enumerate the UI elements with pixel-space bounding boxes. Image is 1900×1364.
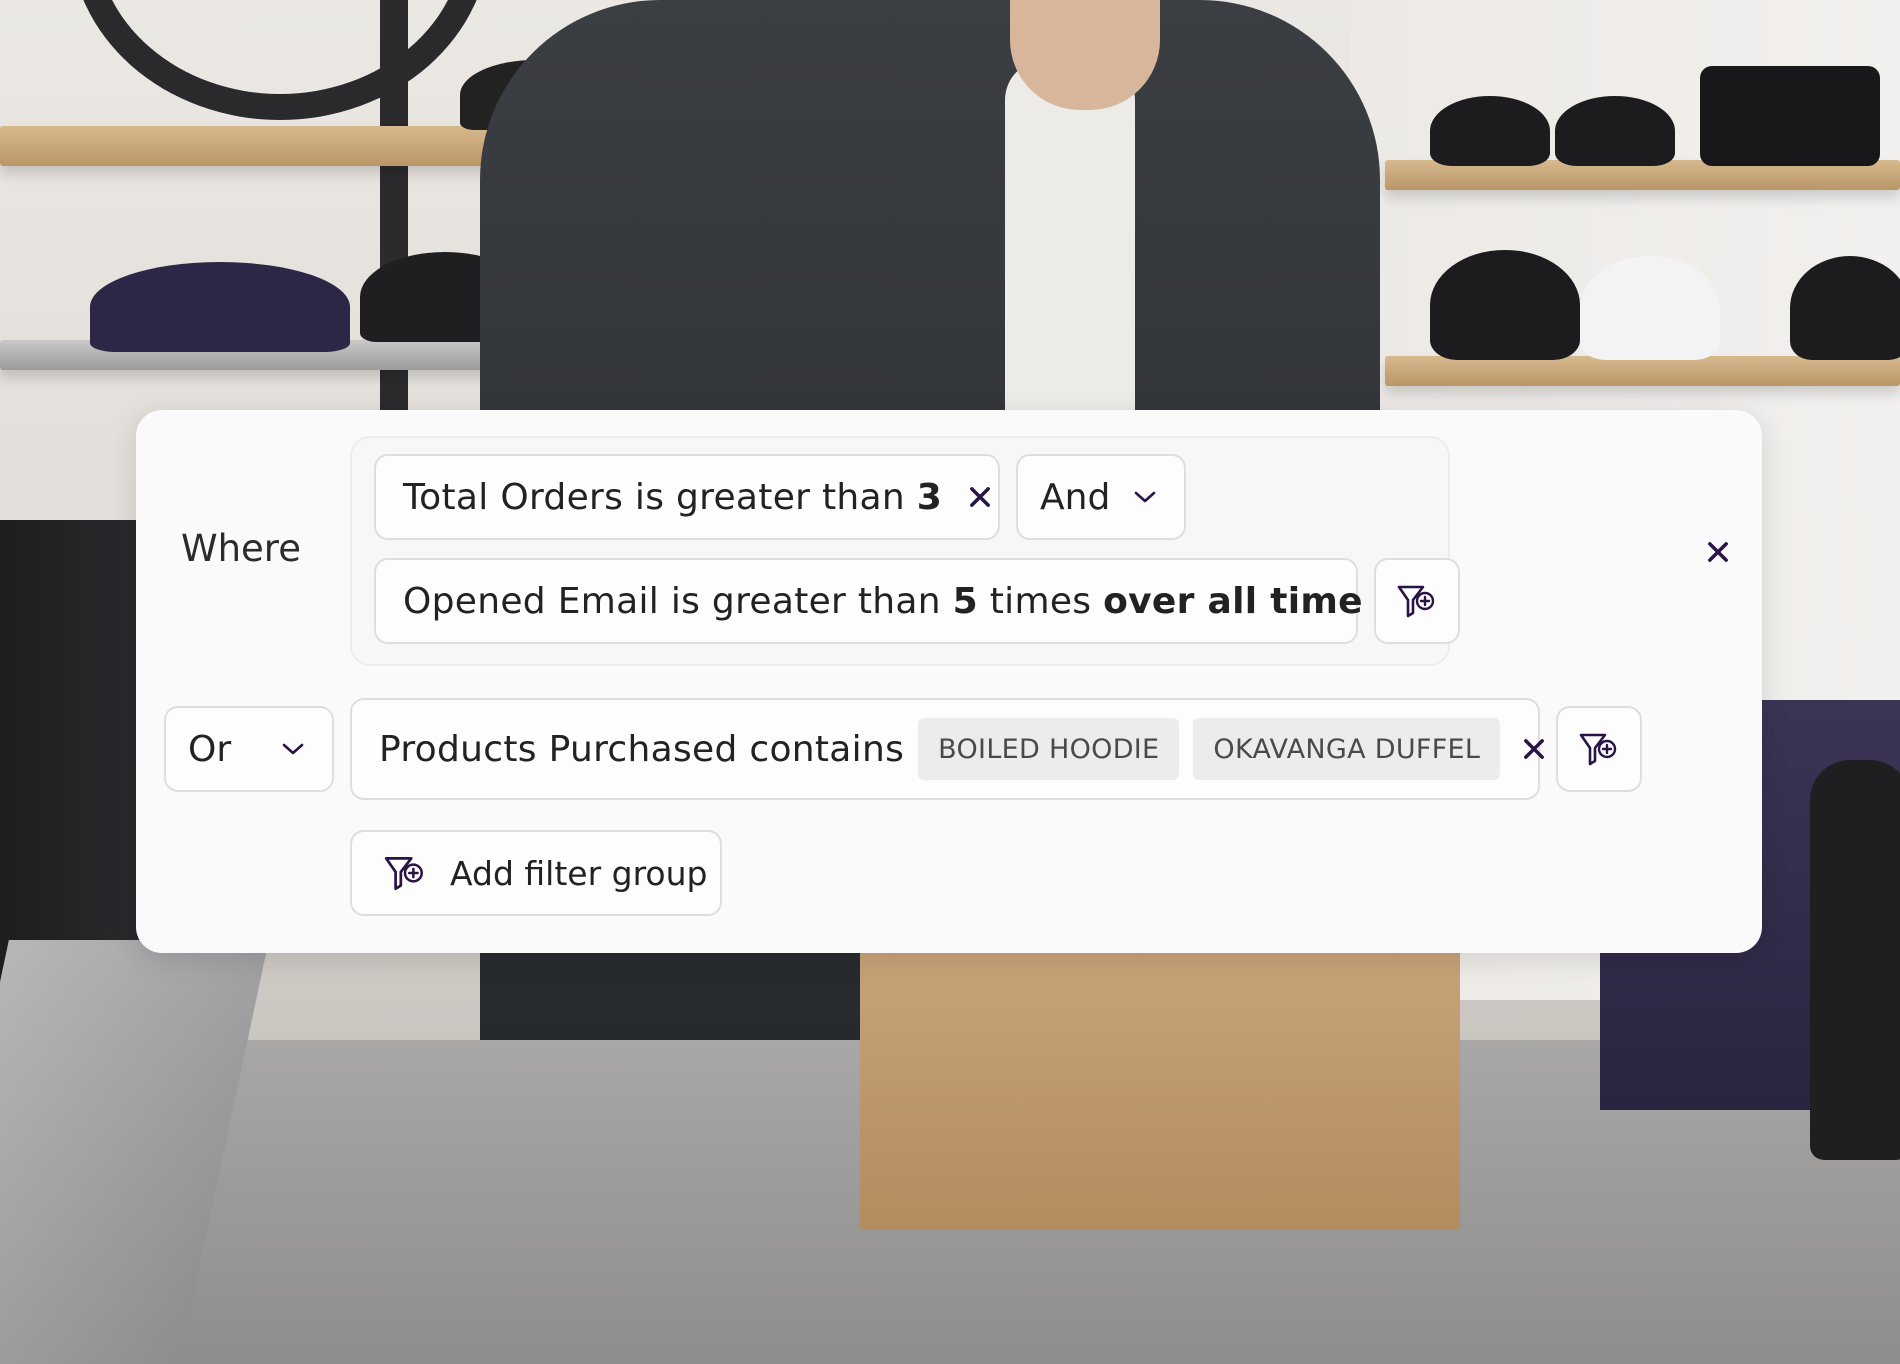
condition-text: Total Orders is greater than 3 [403, 476, 943, 518]
product-tag: BOILED HOODIE [918, 718, 1180, 780]
cap [90, 262, 350, 352]
close-icon[interactable] [962, 477, 998, 517]
water-bottle [1810, 760, 1900, 1160]
add-filter-button[interactable] [1556, 706, 1642, 792]
filter-plus-icon [384, 857, 423, 891]
filter-builder-card: Where Total Orders is greater than 3 And… [136, 410, 1762, 953]
helmet [1580, 256, 1720, 360]
helmet [1430, 96, 1550, 166]
chevron-down-icon [282, 743, 304, 755]
product-tag: OKAVANGA DUFFEL [1193, 718, 1501, 780]
operator-label: Or [188, 728, 232, 770]
filter-group: Total Orders is greater than 3 And Opene… [350, 436, 1460, 666]
helmet [1790, 256, 1900, 360]
and-operator-select[interactable]: And [1016, 454, 1186, 540]
close-icon[interactable] [1698, 532, 1738, 572]
bike-wheel [70, 0, 490, 120]
condition-total-orders[interactable]: Total Orders is greater than 3 [374, 454, 1000, 540]
operator-label: And [1040, 476, 1111, 518]
condition-products-purchased[interactable]: Products Purchased contains BOILED HOODI… [350, 698, 1545, 800]
condition-text: Products Purchased contains [379, 728, 905, 770]
cardboard-box [860, 940, 1460, 1230]
add-filter-button[interactable] [1374, 558, 1460, 644]
filter-plus-icon [1397, 585, 1435, 618]
or-operator-select[interactable]: Or [164, 706, 334, 792]
helmet [1555, 96, 1675, 166]
add-filter-group-button[interactable]: Add filter group [350, 830, 722, 916]
chevron-down-icon [1134, 491, 1156, 503]
filter-plus-icon [1579, 733, 1617, 766]
close-icon[interactable] [1520, 729, 1548, 769]
helmet [1430, 250, 1580, 360]
condition-text: Opened Email is greater than 5 times ove… [403, 580, 1363, 622]
person-tshirt [1005, 60, 1135, 420]
where-label: Where [181, 527, 301, 570]
helmet [1700, 66, 1880, 166]
condition-opened-email[interactable]: Opened Email is greater than 5 times ove… [374, 558, 1407, 644]
add-filter-group-label: Add filter group [450, 853, 708, 893]
shelf [1385, 356, 1900, 386]
